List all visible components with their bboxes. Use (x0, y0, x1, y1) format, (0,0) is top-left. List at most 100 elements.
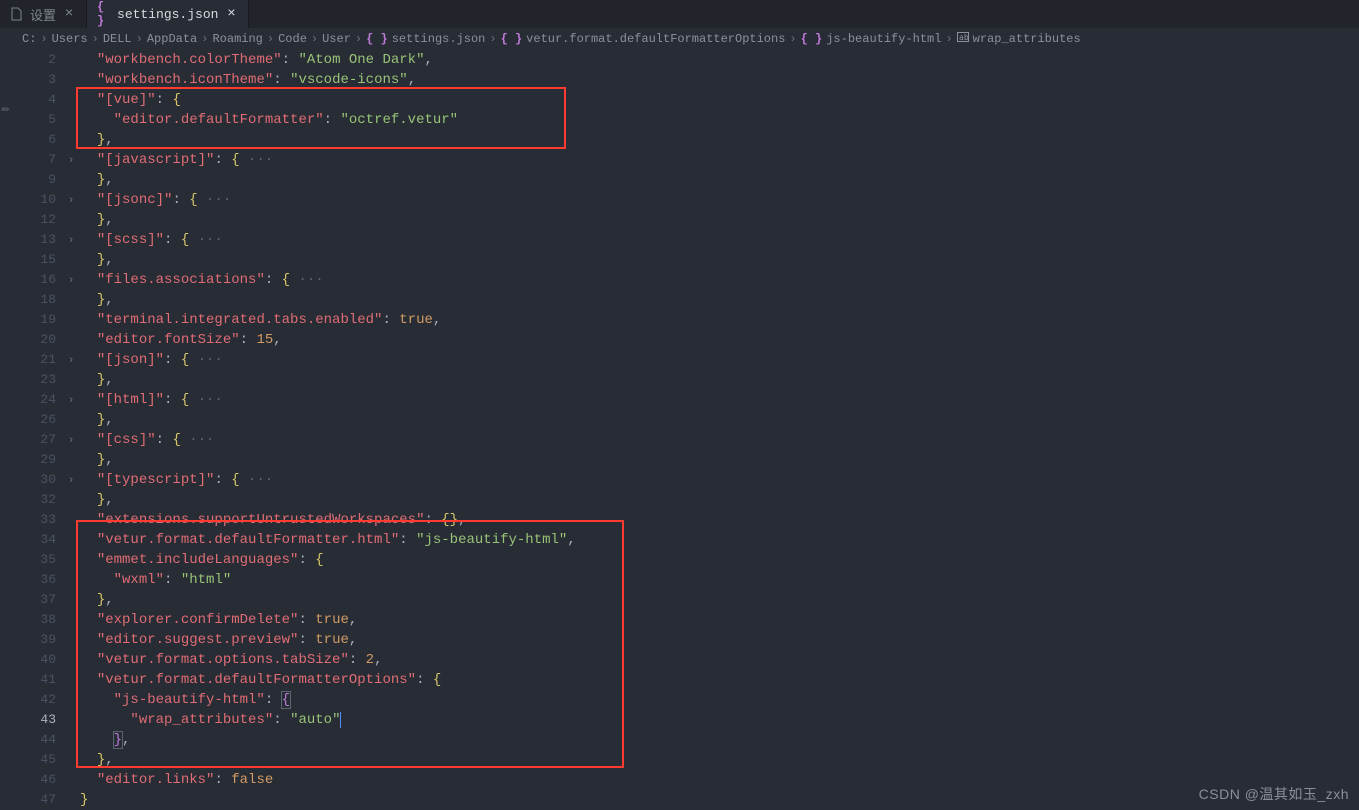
line-number: 35 (18, 550, 56, 570)
breadcrumb-label: AppData (147, 32, 197, 46)
editor[interactable]: ✎ 23456791012131516181920212324262729303… (0, 50, 1359, 810)
token-punc: : (265, 272, 282, 288)
line-number: 42 (18, 690, 56, 710)
fold-toggle[interactable]: › (62, 270, 80, 290)
line-number: 36 (18, 570, 56, 590)
chevron-right-icon: › (92, 32, 99, 46)
code-line[interactable]: }, (80, 290, 1359, 310)
code-line[interactable]: }, (80, 410, 1359, 430)
token-brace-y: } (97, 132, 105, 148)
fold-toggle (62, 310, 80, 330)
code-line[interactable]: "[javascript]": { ··· (80, 150, 1359, 170)
code-line[interactable]: "vetur.format.defaultFormatterOptions": … (80, 670, 1359, 690)
code-line[interactable]: "emmet.includeLanguages": { (80, 550, 1359, 570)
code-line[interactable]: } (80, 790, 1359, 810)
chevron-right-icon[interactable]: › (62, 351, 80, 371)
code-line[interactable]: }, (80, 370, 1359, 390)
close-icon[interactable]: × (224, 7, 238, 21)
code-line[interactable]: "extensions.supportUntrustedWorkspaces":… (80, 510, 1359, 530)
token-ellip: ··· (240, 472, 274, 488)
code-line[interactable]: }, (80, 590, 1359, 610)
code-line[interactable]: }, (80, 750, 1359, 770)
breadcrumb-item[interactable]: Users (52, 32, 88, 46)
code-line[interactable]: "editor.suggest.preview": true, (80, 630, 1359, 650)
code-line[interactable]: "[css]": { ··· (80, 430, 1359, 450)
code-line[interactable]: }, (80, 130, 1359, 150)
token-key: "editor.fontSize" (97, 332, 240, 348)
code-line[interactable]: "terminal.integrated.tabs.enabled": true… (80, 310, 1359, 330)
fold-toggle[interactable]: › (62, 350, 80, 370)
close-icon[interactable]: × (62, 7, 76, 21)
chevron-right-icon[interactable]: › (62, 271, 80, 291)
code-line[interactable]: "js-beautify-html": { (80, 690, 1359, 710)
token-bool: false (231, 772, 273, 788)
code-line[interactable]: }, (80, 490, 1359, 510)
breadcrumb-item[interactable]: Code (278, 32, 307, 46)
code-line[interactable]: "[json]": { ··· (80, 350, 1359, 370)
line-number: 32 (18, 490, 56, 510)
chevron-right-icon[interactable]: › (62, 191, 80, 211)
token-key: "editor.links" (97, 772, 215, 788)
breadcrumb-item[interactable]: { }js-beautify-html (801, 32, 942, 46)
code-line[interactable]: "explorer.confirmDelete": true, (80, 610, 1359, 630)
fold-toggle[interactable]: › (62, 390, 80, 410)
code-line[interactable]: "files.associations": { ··· (80, 270, 1359, 290)
breadcrumb-item[interactable]: abwrap_attributes (957, 32, 1081, 46)
breadcrumb-item[interactable]: DELL (103, 32, 132, 46)
breadcrumb-item[interactable]: { }vetur.format.defaultFormatterOptions (501, 32, 786, 46)
token-punc: , (105, 172, 113, 188)
chevron-right-icon[interactable]: › (62, 151, 80, 171)
code-line[interactable]: "[typescript]": { ··· (80, 470, 1359, 490)
token-ellip: ··· (181, 432, 215, 448)
code-line[interactable]: "wxml": "html" (80, 570, 1359, 590)
token-punc: : (382, 312, 399, 328)
token-punc: : (156, 92, 173, 108)
code-line[interactable]: "editor.links": false (80, 770, 1359, 790)
code-line[interactable]: }, (80, 250, 1359, 270)
line-number: 7 (18, 150, 56, 170)
token-key: "terminal.integrated.tabs.enabled" (97, 312, 383, 328)
braces-icon: { } (801, 32, 823, 46)
code-line[interactable]: "editor.fontSize": 15, (80, 330, 1359, 350)
chevron-right-icon[interactable]: › (62, 231, 80, 251)
breadcrumb[interactable]: C:›Users›DELL›AppData›Roaming›Code›User›… (0, 28, 1359, 50)
code-line[interactable]: "vetur.format.options.tabSize": 2, (80, 650, 1359, 670)
chevron-right-icon[interactable]: › (62, 391, 80, 411)
fold-toggle[interactable]: › (62, 470, 80, 490)
code-line[interactable]: "[jsonc]": { ··· (80, 190, 1359, 210)
code-line[interactable]: }, (80, 450, 1359, 470)
code-line[interactable]: "wrap_attributes": "auto" (80, 710, 1359, 730)
fold-toggle[interactable]: › (62, 190, 80, 210)
code-line[interactable]: }, (80, 730, 1359, 750)
line-number: 2 (18, 50, 56, 70)
code-line[interactable]: }, (80, 210, 1359, 230)
chevron-right-icon[interactable]: › (62, 471, 80, 491)
token-key: "editor.defaultFormatter" (114, 112, 324, 128)
code-line[interactable]: "[vue]": { (80, 90, 1359, 110)
tab-settings[interactable]: 设置 × (0, 0, 87, 28)
token-punc: , (425, 52, 433, 68)
breadcrumb-item[interactable]: C: (22, 32, 36, 46)
code-line[interactable]: "editor.defaultFormatter": "octref.vetur… (80, 110, 1359, 130)
fold-toggle[interactable]: › (62, 150, 80, 170)
code-area[interactable]: "workbench.colorTheme": "Atom One Dark",… (80, 50, 1359, 810)
breadcrumb-item[interactable]: Roaming (212, 32, 262, 46)
code-line[interactable]: }, (80, 170, 1359, 190)
breadcrumb-item[interactable]: { }settings.json (366, 32, 485, 46)
chevron-right-icon[interactable]: › (62, 431, 80, 451)
fold-toggle (62, 50, 80, 70)
code-line[interactable]: "vetur.format.defaultFormatter.html": "j… (80, 530, 1359, 550)
line-number: 26 (18, 410, 56, 430)
tab-settings-json[interactable]: { } settings.json × (87, 0, 249, 28)
token-brace-y: { (315, 552, 323, 568)
code-line[interactable]: "[html]": { ··· (80, 390, 1359, 410)
braces-icon: { } (501, 32, 523, 46)
code-line[interactable]: "[scss]": { ··· (80, 230, 1359, 250)
code-line[interactable]: "workbench.iconTheme": "vscode-icons", (80, 70, 1359, 90)
breadcrumb-item[interactable]: AppData (147, 32, 197, 46)
fold-toggle[interactable]: › (62, 230, 80, 250)
breadcrumb-item[interactable]: User (322, 32, 351, 46)
fold-toggle[interactable]: › (62, 430, 80, 450)
code-line[interactable]: "workbench.colorTheme": "Atom One Dark", (80, 50, 1359, 70)
fold-toggle (62, 70, 80, 90)
